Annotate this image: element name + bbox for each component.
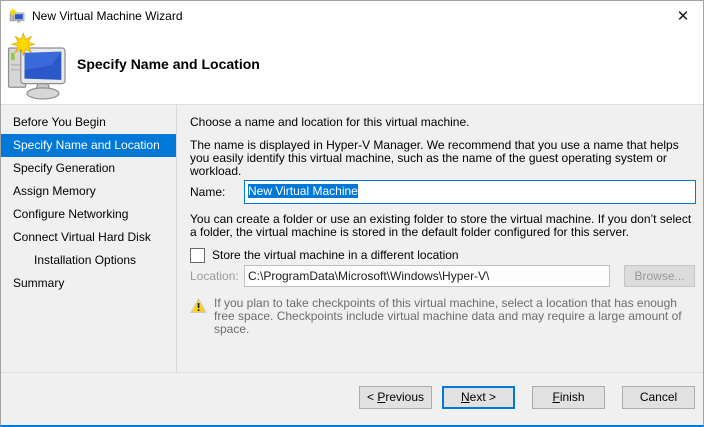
next-button-accesskey: N bbox=[460, 390, 470, 404]
vm-name-selected-text: New Virtual Machine bbox=[248, 184, 358, 198]
location-field-row: Location: C:\ProgramData\Microsoft\Windo… bbox=[190, 265, 696, 287]
browse-button: Browse... bbox=[624, 265, 695, 287]
warning-text: If you plan to take checkpoints of this … bbox=[214, 296, 682, 336]
next-button-suffix: ext > bbox=[469, 390, 497, 404]
store-different-location-label[interactable]: Store the virtual machine in a different… bbox=[212, 248, 459, 262]
warning-icon bbox=[190, 298, 207, 313]
vm-name-input[interactable]: New Virtual Machine bbox=[244, 180, 696, 204]
location-label: Location: bbox=[190, 269, 239, 283]
page-title: Specify Name and Location bbox=[77, 56, 260, 72]
cancel-button[interactable]: Cancel bbox=[622, 386, 695, 409]
button-bar: < Previous Next > Finish Cancel bbox=[1, 372, 703, 425]
finish-button[interactable]: Finish bbox=[532, 386, 605, 409]
checkpoint-warning: If you plan to take checkpoints of this … bbox=[190, 297, 696, 336]
location-path-input: C:\ProgramData\Microsoft\Windows\Hyper-V… bbox=[244, 265, 610, 287]
previous-button-prefix: < bbox=[366, 390, 378, 404]
previous-button-suffix: revious bbox=[385, 390, 425, 404]
next-button[interactable]: Next > bbox=[442, 386, 515, 409]
wizard-page-content: Choose a name and location for this virt… bbox=[190, 105, 696, 372]
wizard-dialog: New Virtual Machine Wizard ✕ Specify Nam… bbox=[0, 0, 704, 427]
name-field-row: Name: New Virtual Machine bbox=[190, 180, 696, 204]
sidebar-item-configure-networking[interactable]: Configure Networking bbox=[1, 203, 176, 226]
folder-help-text: You can create a folder or use an existi… bbox=[190, 212, 692, 239]
sidebar-item-specify-generation[interactable]: Specify Generation bbox=[1, 157, 176, 180]
intro-text: Choose a name and location for this virt… bbox=[190, 115, 470, 129]
different-location-row: Store the virtual machine in a different… bbox=[190, 247, 696, 263]
sidebar-item-connect-virtual-hard-disk[interactable]: Connect Virtual Hard Disk bbox=[1, 226, 176, 249]
name-help-text: The name is displayed in Hyper-V Manager… bbox=[190, 138, 679, 178]
app-icon bbox=[9, 8, 25, 23]
name-label: Name: bbox=[190, 185, 226, 199]
previous-button[interactable]: < Previous bbox=[359, 386, 432, 409]
close-icon: ✕ bbox=[676, 8, 690, 25]
sidebar-item-before-you-begin[interactable]: Before You Begin bbox=[1, 111, 176, 134]
finish-button-suffix: inish bbox=[559, 390, 585, 404]
title-bar: New Virtual Machine Wizard ✕ bbox=[1, 1, 703, 31]
sidebar-item-specify-name-and-location[interactable]: Specify Name and Location bbox=[1, 134, 176, 157]
wizard-banner: Specify Name and Location bbox=[1, 31, 703, 105]
sidebar-item-summary[interactable]: Summary bbox=[1, 272, 176, 295]
new-vm-icon bbox=[7, 32, 66, 100]
wizard-steps-sidebar: Before You Begin Specify Name and Locati… bbox=[1, 105, 177, 372]
store-different-location-checkbox[interactable] bbox=[190, 247, 205, 263]
sidebar-item-assign-memory[interactable]: Assign Memory bbox=[1, 180, 176, 203]
finish-button-accesskey: F bbox=[552, 390, 560, 404]
sidebar-item-installation-options[interactable]: Installation Options bbox=[1, 249, 176, 272]
window-title: New Virtual Machine Wizard bbox=[32, 9, 183, 23]
close-button[interactable]: ✕ bbox=[663, 1, 703, 31]
